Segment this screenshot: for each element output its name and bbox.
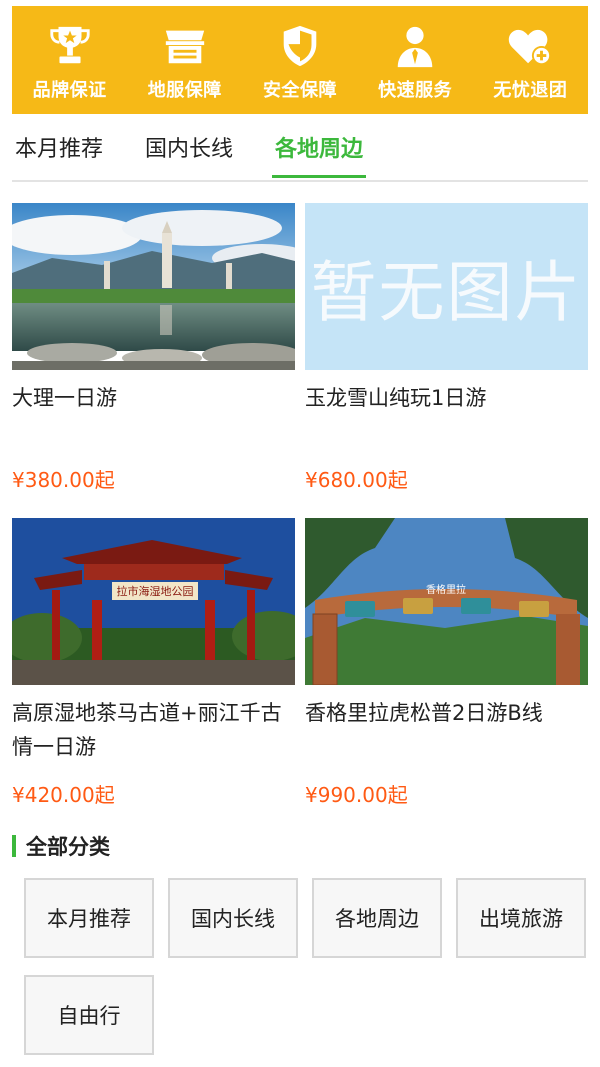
guarantee-label: 安全保障 (262, 80, 337, 101)
product-price: ¥380.00起 (12, 468, 115, 492)
product-title: 玉龙雪山纯玩1日游 (305, 386, 487, 410)
gate-sign-text: 拉市海湿地公园 (117, 584, 194, 598)
product-title: 高原湿地茶马古道+丽江千古情一日游 (12, 701, 282, 759)
guarantee-safety[interactable]: 安全保障 (245, 6, 355, 102)
category-button-domestic-long[interactable]: 国内长线 (168, 878, 298, 958)
guarantee-brand[interactable]: 品牌保证 (15, 6, 125, 102)
product-price: ¥990.00起 (305, 783, 408, 807)
category-button-independent-travel[interactable]: 自由行 (24, 975, 154, 1055)
product-card[interactable]: 暂无图片 玉龙雪山纯玩1日游 ¥680.00起 (305, 203, 588, 492)
product-title: 香格里拉虎松普2日游B线 (305, 701, 543, 725)
product-card[interactable]: 香格里拉 香格里拉虎松普2日游B线 ¥990.00起 (305, 518, 588, 807)
category-button-monthly-picks[interactable]: 本月推荐 (24, 878, 154, 958)
gate-sign-text: 香格里拉 (426, 583, 466, 596)
service-agent-icon (389, 20, 441, 72)
heart-plus-icon (504, 20, 556, 72)
guarantee-refund[interactable]: 无忧退团 (475, 6, 585, 102)
guarantee-label: 快速服务 (378, 80, 453, 101)
tab-nearby[interactable]: 各地周边 (272, 128, 367, 178)
guarantee-fast-service[interactable]: 快速服务 (360, 6, 470, 102)
trophy-icon (44, 20, 96, 72)
guarantee-label: 地服保障 (147, 80, 222, 101)
category-button-outbound[interactable]: 出境旅游 (456, 878, 586, 958)
placeholder-text: 暂无图片 (310, 253, 583, 331)
guarantee-local-service[interactable]: 地服保障 (130, 6, 240, 102)
product-price: ¥680.00起 (305, 468, 408, 492)
storefront-icon (159, 20, 211, 72)
guarantee-label: 无忧退团 (493, 80, 568, 101)
guarantee-label: 品牌保证 (32, 80, 107, 101)
guarantee-banner: 品牌保证 地服保障 安全保障 快速服务 无忧退团 (12, 6, 588, 114)
category-button-nearby[interactable]: 各地周边 (312, 878, 442, 958)
product-card[interactable]: 拉市海湿地公园 高原湿地茶马古道+丽江千古情一日游 ¥420.00起 (12, 518, 295, 807)
section-marker (12, 835, 16, 857)
section-title: 全部分类 (26, 835, 110, 859)
product-image-placeholder[interactable]: 暂无图片 (305, 203, 588, 370)
product-card[interactable]: 大理一日游 ¥380.00起 (12, 203, 295, 492)
product-title: 大理一日游 (12, 386, 117, 410)
tab-monthly-picks[interactable]: 本月推荐 (15, 128, 103, 180)
all-categories-header: 全部分类 (12, 832, 110, 860)
product-image[interactable] (12, 203, 295, 370)
tab-domestic-long[interactable]: 国内长线 (145, 128, 233, 180)
product-price: ¥420.00起 (12, 783, 115, 807)
product-image[interactable]: 香格里拉 (305, 518, 588, 685)
category-tabs: 本月推荐 国内长线 各地周边 (12, 128, 588, 182)
product-image[interactable]: 拉市海湿地公园 (12, 518, 295, 685)
shield-icon (274, 20, 326, 72)
